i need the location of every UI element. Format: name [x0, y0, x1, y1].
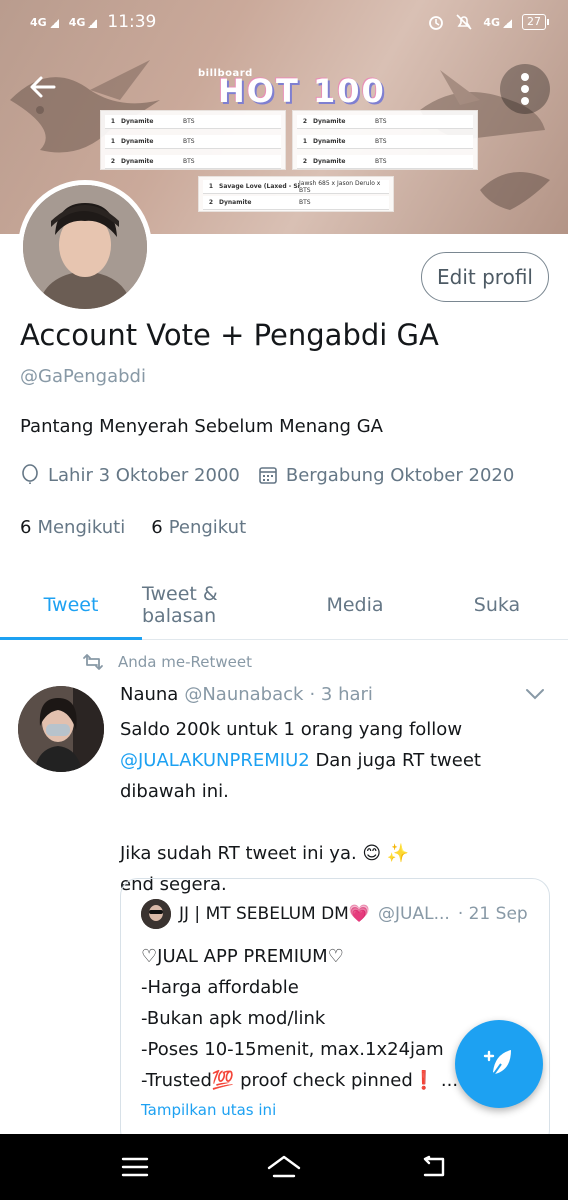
home-icon: [267, 1155, 301, 1178]
compose-tweet-button[interactable]: [455, 1020, 543, 1108]
chart-row: 2 Dynamite BTS: [297, 115, 473, 129]
quoted-tweet-header: JJ | MT SEBELUM DM💗 @JUAL... · 21 Sep: [141, 899, 528, 929]
profile-avatar[interactable]: [18, 180, 152, 314]
chart-row: 1 Dynamite BTS: [105, 135, 281, 149]
more-options-button[interactable]: [500, 64, 550, 114]
alarm-icon: [429, 16, 444, 30]
tab-likes[interactable]: Suka: [426, 570, 568, 639]
network-indicator: 4G: [69, 16, 98, 29]
calendar-icon: [259, 467, 277, 484]
profile-meta: Lahir 3 Oktober 2000 Bergabung Oktober 2…: [20, 464, 524, 486]
back-button[interactable]: [18, 62, 68, 112]
tab-media[interactable]: Media: [284, 570, 426, 639]
chart-card: 2 Dynamite BTS 1 Dynamite BTS 2 Dynamite BTS: [292, 110, 478, 170]
bird-illustration: [480, 172, 550, 210]
nav-back-button[interactable]: [403, 1142, 463, 1192]
followers-link[interactable]: 6 Pengikut: [151, 517, 246, 538]
tweet-header: Nauna @Naunaback · 3 hari: [120, 684, 373, 705]
chart-card: 1 Dynamite BTS 1 Dynamite BTS 2 Dynamite BTS: [100, 110, 286, 170]
tweet-author-handle: @Naunaback: [184, 684, 304, 705]
chart-row: 1 Dynamite BTS: [297, 135, 473, 149]
user-handle: @GaPengabdi: [20, 366, 146, 387]
join-date: Bergabung Oktober 2020: [258, 465, 514, 486]
tab-tweet-replies[interactable]: Tweet & balasan: [142, 570, 284, 639]
tweet-author-avatar[interactable]: [18, 686, 104, 772]
back-icon: [424, 1155, 445, 1177]
chart-row: 2 Dynamite BTS: [297, 155, 473, 169]
chart-row: 1 Dynamite BTS: [105, 115, 281, 129]
avatar-photo: [23, 185, 147, 309]
quoted-tweet[interactable]: JJ | MT SEBELUM DM💗 @JUAL... · 21 Sep ♡J…: [120, 878, 550, 1148]
tweet-text: Saldo 200k untuk 1 orang yang follow @JU…: [120, 719, 481, 895]
retweet-icon: [83, 654, 103, 670]
tweet-time: · 3 hari: [309, 684, 373, 705]
profile-tabs: Tweet Tweet & balasan Media Suka: [0, 570, 568, 640]
clock: 11:39: [107, 12, 157, 32]
nav-home-button[interactable]: [254, 1142, 314, 1192]
chart-row: 2 Dynamite BTS: [105, 155, 281, 169]
tab-tweet[interactable]: Tweet: [0, 570, 142, 640]
birth-date: Lahir 3 Oktober 2000: [20, 464, 240, 486]
profile-bio: Pantang Menyerah Sebelum Menang GA: [20, 416, 383, 437]
network-indicator: 4G: [30, 16, 59, 29]
balloon-icon: [22, 464, 38, 484]
quoted-tweet-time: · 21 Sep: [457, 904, 528, 924]
battery-icon: 27: [522, 14, 549, 30]
quoted-author-avatar: [141, 899, 171, 929]
mention-link[interactable]: @JUALAKUNPREMIU2: [120, 750, 310, 771]
edit-profile-button[interactable]: Edit profil: [421, 252, 549, 302]
mute-icon: [456, 14, 472, 30]
quoted-author-name: JJ | MT SEBELUM DM💗: [179, 904, 371, 924]
hot100-title: HOT 100: [218, 72, 386, 110]
menu-icon: [121, 1157, 148, 1177]
follow-counts: 6 Mengikuti 6 Pengikut: [20, 517, 246, 538]
network-indicator: 4G: [483, 16, 512, 29]
system-nav-bar: [0, 1134, 568, 1200]
arrow-left-icon: [30, 76, 56, 98]
chart-row: 1Savage Love (Laxed - Siren Beat)Jawsh 6…: [203, 180, 389, 194]
retweet-note: Anda me-Retweet: [82, 653, 252, 671]
following-link[interactable]: 6 Mengikuti: [20, 517, 125, 538]
compose-feather-icon: [483, 1050, 511, 1079]
tweet-author-name[interactable]: Nauna: [120, 684, 178, 705]
chart-row: 2 Dynamite BTS: [203, 196, 389, 210]
nav-menu-button[interactable]: [105, 1142, 165, 1192]
avatar-photo: [18, 686, 104, 772]
more-vertical-icon: [521, 73, 529, 105]
chevron-down-icon: [526, 689, 544, 700]
quoted-tweet-text: ♡JUAL APP PREMIUM♡ -Harga affordable -Bu…: [141, 946, 459, 1091]
status-bar: 4G 4G 11:39 4G 27: [0, 0, 568, 44]
show-thread-link[interactable]: Tampilkan utas ini: [141, 1101, 276, 1119]
display-name: Account Vote + Pengabdi GA: [20, 318, 439, 352]
chart-card: 1Savage Love (Laxed - Siren Beat)Jawsh 6…: [198, 176, 394, 212]
quoted-author-handle: @JUAL...: [378, 904, 450, 924]
tweet-menu-button[interactable]: [524, 686, 546, 705]
